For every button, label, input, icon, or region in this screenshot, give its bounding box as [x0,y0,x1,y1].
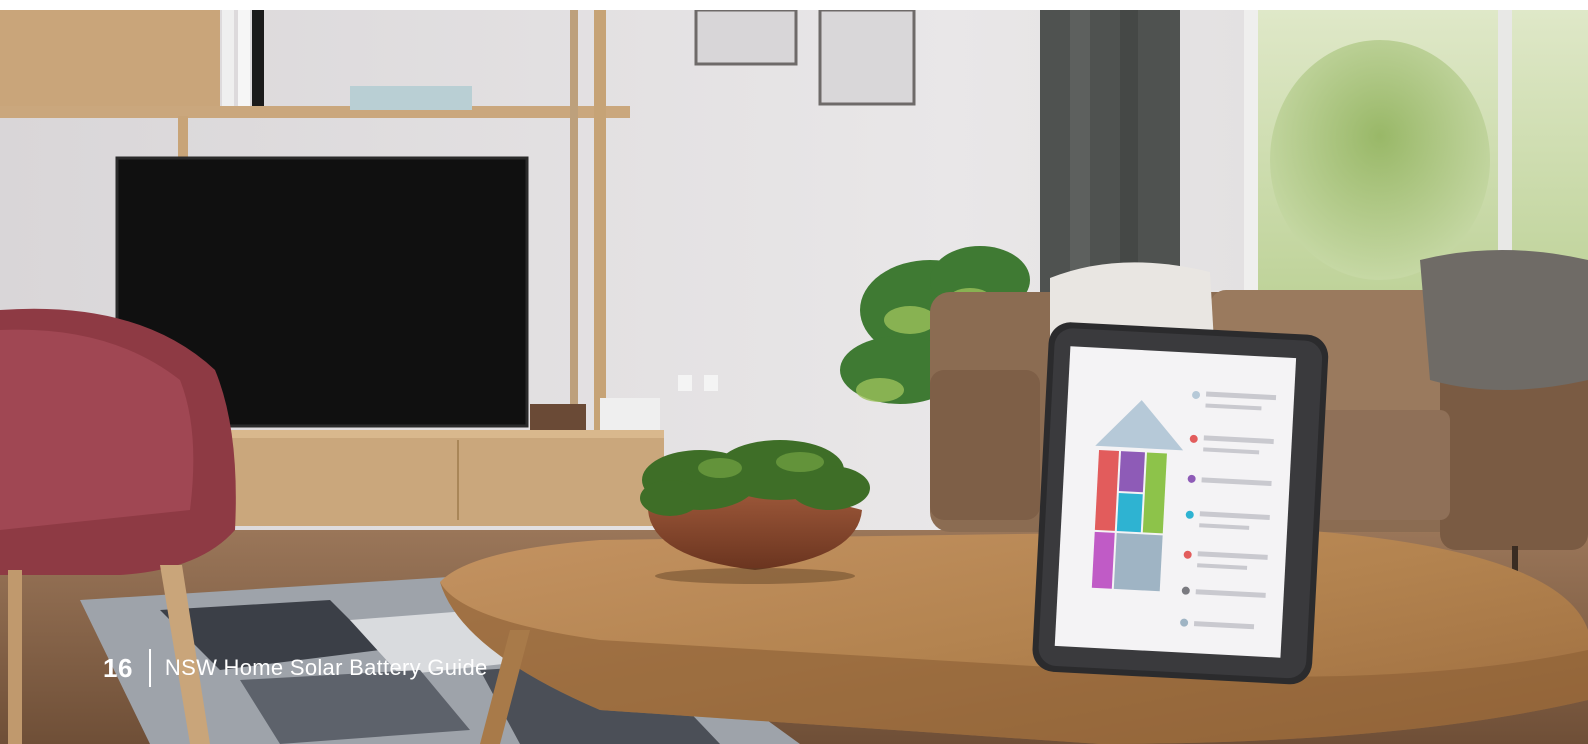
document-title: NSW Home Solar Battery Guide [164,655,488,680]
page-footer: 16 NSW Home Solar Battery Guide [103,648,488,688]
living-room-photo [0,10,1588,744]
page-number: 16 [103,652,133,683]
footer-divider [148,649,151,687]
document-page: 16 NSW Home Solar Battery Guide [0,0,1588,744]
